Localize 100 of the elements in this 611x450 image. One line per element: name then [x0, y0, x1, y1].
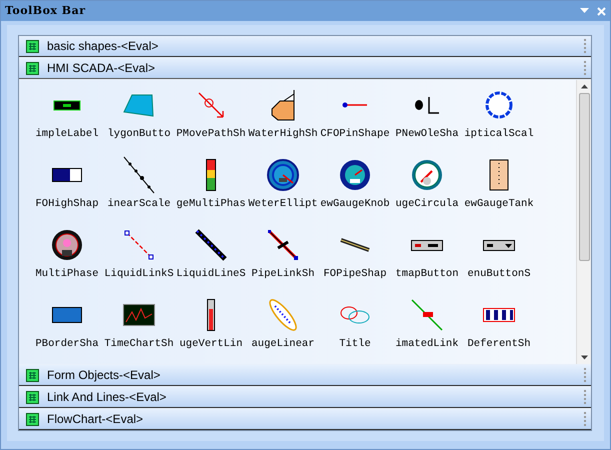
scale-line-icon	[123, 156, 155, 194]
close-icon[interactable]	[597, 6, 606, 16]
item-label: ipticalScal	[464, 127, 534, 142]
grid-icon	[26, 390, 39, 404]
dial-scale-icon	[484, 90, 514, 120]
vertical-gauge-icon	[207, 299, 215, 331]
scroll-thumb[interactable]	[578, 93, 590, 261]
section-title: basic shapes-<Eval>	[47, 38, 158, 55]
section-title: Link And Lines-<Eval>	[47, 389, 166, 406]
item-label: ugeVertLin	[179, 337, 242, 352]
grid-icon	[26, 368, 39, 382]
item-label: LiquidLinkS	[104, 267, 174, 282]
toolbox-item[interactable]: ugeVertLin	[175, 294, 247, 364]
dashed-link-icon	[124, 230, 154, 260]
section-header[interactable]: HMI SCADA-<Eval>	[19, 58, 591, 79]
toolbox-item[interactable]: ewGaugeTank	[463, 154, 535, 224]
section-header[interactable]: basic shapes-<Eval>	[19, 36, 591, 57]
toolbox-item[interactable]: DeferentSh	[463, 294, 535, 364]
scrollbar[interactable]	[576, 80, 591, 364]
grip-icon[interactable]	[584, 38, 587, 54]
toolbox-item[interactable]: geMultiPhas	[175, 154, 247, 224]
rectangle-icon	[52, 307, 82, 323]
item-label: DeferentSh	[467, 337, 530, 352]
toolbox-item[interactable]: TimeChartSh	[103, 294, 175, 364]
toolbox-item[interactable]: augeLinear	[247, 294, 319, 364]
item-label: Title	[339, 337, 371, 352]
knob-gauge-icon	[339, 159, 371, 191]
dropdown-icon[interactable]	[580, 8, 589, 14]
item-label: CFOPinShape	[320, 127, 390, 142]
animated-link-icon	[411, 299, 443, 331]
pipe-link-icon	[268, 230, 298, 260]
toolbox-item[interactable]: ipticalScal	[463, 84, 535, 154]
tank-icon	[489, 159, 509, 191]
scroll-down-icon[interactable]	[580, 355, 588, 360]
toolbox-item[interactable]: ugeCircula	[391, 154, 463, 224]
bar-meter-icon	[206, 159, 216, 191]
item-label: FOHighShap	[35, 197, 98, 212]
toolbox-item[interactable]: PNewOleSha	[391, 84, 463, 154]
toolbox-item[interactable]: enuButtonS	[463, 224, 535, 294]
grid-icon	[26, 412, 39, 426]
item-label: TimeChartSh	[104, 337, 174, 352]
section-header[interactable]: Form Objects-<Eval>	[19, 365, 591, 386]
toolbox-item[interactable]: ewGaugeKnob	[319, 154, 391, 224]
toolbox-item[interactable]: impleLabel	[31, 84, 103, 154]
grip-icon[interactable]	[584, 60, 587, 76]
grip-icon[interactable]	[584, 390, 587, 404]
section-header[interactable]: FlowChart-<Eval>	[19, 409, 591, 430]
item-label: impleLabel	[35, 127, 98, 142]
dial-gauge-icon	[411, 159, 443, 191]
toolbox-item[interactable]: WaterHighSh	[247, 84, 319, 154]
grid-icon	[26, 40, 39, 52]
section-title: FlowChart-<Eval>	[47, 411, 144, 428]
item-label: PipeLinkSh	[251, 267, 314, 282]
toolbox-item[interactable]: lygonButto	[103, 84, 175, 154]
time-chart-icon	[123, 304, 155, 326]
item-label: ugeCircula	[395, 197, 458, 212]
grid-icon	[26, 62, 39, 74]
item-label: LiquidLineS	[176, 267, 246, 282]
item-label: WaterHighSh	[248, 127, 318, 142]
ellipse-scale-icon	[267, 299, 299, 331]
section-title: Form Objects-<Eval>	[47, 367, 160, 384]
ellipses-icon	[339, 305, 371, 325]
toolbox-item[interactable]: LiquidLineS	[175, 224, 247, 294]
item-label: geMultiPhas	[176, 197, 246, 212]
toolbox-item[interactable]: MultiPhase	[31, 224, 103, 294]
item-label: ewGaugeTank	[464, 197, 534, 212]
toolbox-item[interactable]: PBorderSha	[31, 294, 103, 364]
item-label: tmapButton	[395, 267, 458, 282]
tank-level-icon	[270, 89, 296, 121]
item-label: FOPipeShap	[323, 267, 386, 282]
item-label: MultiPhase	[35, 267, 98, 282]
toolbox-item[interactable]: PipeLinkSh	[247, 224, 319, 294]
toolbox-item[interactable]: tmapButton	[391, 224, 463, 294]
item-label: PMovePathSh	[176, 127, 246, 142]
toolbox-item[interactable]: WeterEllipt	[247, 154, 319, 224]
dot-letter-icon	[413, 95, 441, 115]
bitmap-button-icon	[411, 240, 443, 250]
gauge-icon	[267, 159, 299, 191]
stripe-icon	[483, 308, 515, 322]
liquid-line-icon	[195, 229, 227, 261]
item-label: PNewOleSha	[395, 127, 458, 142]
grip-icon[interactable]	[584, 368, 587, 382]
item-label: ewGaugeKnob	[320, 197, 390, 212]
item-label: imatedLink	[395, 337, 458, 352]
toolbox-item[interactable]: FOHighShap	[31, 154, 103, 224]
label-icon	[53, 100, 81, 110]
toolbox-item[interactable]: LiquidLinkS	[103, 224, 175, 294]
toolbox-item[interactable]: inearScale	[103, 154, 175, 224]
section-header[interactable]: Link And Lines-<Eval>	[19, 387, 591, 408]
toolbox-item[interactable]: imatedLink	[391, 294, 463, 364]
toolbox-item[interactable]: PMovePathSh	[175, 84, 247, 154]
toolbox-item[interactable]: CFOPinShape	[319, 84, 391, 154]
round-gauge-icon	[51, 229, 83, 261]
grip-icon[interactable]	[584, 412, 587, 426]
toolbox-item[interactable]: FOPipeShap	[319, 224, 391, 294]
item-label: WeterEllipt	[248, 197, 318, 212]
toolbox-item[interactable]: Title	[319, 294, 391, 364]
scroll-up-icon[interactable]	[580, 84, 588, 89]
item-label: lygonButto	[107, 127, 170, 142]
pin-icon	[341, 101, 369, 109]
